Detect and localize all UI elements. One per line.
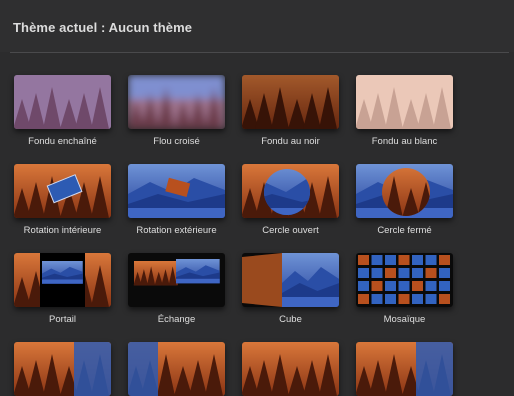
transition-label: Flou croisé [153, 136, 200, 147]
transition-thumbnail[interactable] [242, 75, 339, 129]
transition-label: Portail [49, 314, 76, 325]
transition-thumbnail[interactable] [14, 342, 111, 396]
transition-thumbnail[interactable] [128, 342, 225, 396]
transition-thumbnail[interactable] [14, 75, 111, 129]
transition-thumbnail[interactable] [128, 75, 225, 129]
transition-thumbnail[interactable] [356, 75, 453, 129]
transition-thumbnail[interactable] [242, 253, 339, 307]
transition-thumbnail[interactable] [14, 164, 111, 218]
transitions-grid: Fondu enchaîné Flou croisé Fondu au noir… [0, 0, 514, 396]
transition-label: Fondu au noir [261, 136, 320, 147]
transition-thumbnail[interactable] [128, 164, 225, 218]
transition-label: Cercle ouvert [262, 225, 319, 236]
transition-thumbnail[interactable] [128, 253, 225, 307]
transition-label: Rotation extérieure [136, 225, 217, 236]
transition-label: Rotation intérieure [23, 225, 102, 236]
transition-label: Cube [279, 314, 302, 325]
transition-thumbnail[interactable] [356, 253, 453, 307]
transition-thumbnail[interactable] [242, 164, 339, 218]
transition-thumbnail[interactable] [14, 253, 111, 307]
transition-thumbnail[interactable] [356, 342, 453, 396]
transition-label: Cercle fermé [377, 225, 432, 236]
transition-thumbnail[interactable] [242, 342, 339, 396]
transition-label: Fondu enchaîné [28, 136, 97, 147]
transition-label: Mosaïque [383, 314, 426, 325]
theme-browser-panel: Thème actuel : Aucun thème Fondu enchaîn… [0, 0, 514, 396]
transition-label: Échange [157, 314, 196, 325]
transition-thumbnail[interactable] [356, 164, 453, 218]
transition-label: Fondu au blanc [371, 136, 438, 147]
